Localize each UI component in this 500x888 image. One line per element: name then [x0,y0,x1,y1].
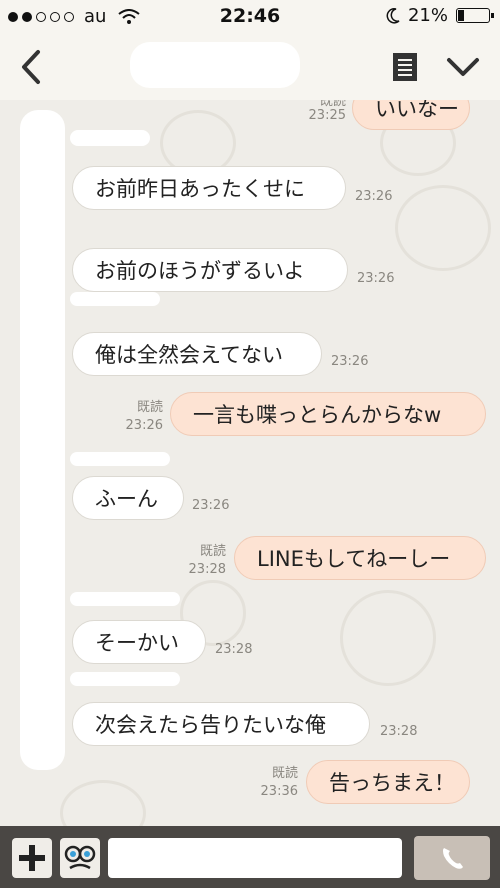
background-doodle [60,780,146,826]
sticker-icon[interactable] [60,838,100,878]
message-time: 23:28 [188,562,226,577]
message-time: 23:26 [357,271,395,286]
message-time: 23:26 [125,418,163,433]
moon-icon [386,7,400,23]
read-receipt: 既読 [271,766,298,781]
message-time: 23:28 [215,642,253,657]
phone-glyph [443,848,463,869]
notes-icon[interactable] [392,52,418,82]
message-bubble-incoming[interactable]: 次会えたら告りたいな俺 [72,702,370,746]
status-right: 21% [386,5,494,26]
read-receipt: 既読 [199,544,226,559]
message-bubble-incoming[interactable]: ふーん [72,476,184,520]
chevron-down-icon[interactable] [446,52,480,82]
message-time: 23:25 [308,108,346,123]
background-doodle [395,185,491,271]
message-bubble-incoming[interactable]: 俺は全然会えてない [72,332,322,376]
sender-name-redacted [70,292,160,306]
message-time: 23:26 [331,354,369,369]
sender-name-redacted [70,130,150,146]
message-bubble-outgoing[interactable]: 一言も喋っとらんからなw [170,392,486,436]
status-bar: au 22:46 21% [0,0,500,34]
chat-header [0,34,500,101]
read-receipt: 既読 [136,400,163,415]
battery-percent: 21% [407,5,448,26]
battery-fill [458,10,464,21]
message-bubble-incoming[interactable]: お前のほうがずるいよ [72,248,348,292]
message-time: 23:26 [192,498,230,513]
sender-name-redacted [70,672,180,686]
chat-area[interactable]: 既読 23:25 いいなー お前昨日あったくせに 23:26 お前のほうがずるい… [0,100,500,826]
battery-icon [456,8,494,23]
message-bubble-outgoing[interactable]: 告っちまえ！ [306,760,470,804]
chevron-left-icon[interactable] [14,48,48,86]
background-doodle [340,590,436,686]
sticker-glyph [64,845,96,870]
sender-name-redacted [70,592,180,606]
message-time: 23:28 [380,724,418,739]
message-time: 23:26 [355,189,393,204]
message-time: 23:36 [260,784,298,799]
message-bubble-outgoing[interactable]: LINEもしてねーしー [234,536,486,580]
message-bubble-incoming[interactable]: お前昨日あったくせに [72,166,346,210]
message-bubble-incoming[interactable]: そーかい [72,620,206,664]
plus-icon[interactable] [12,838,52,878]
message-input-bar [0,826,500,888]
message-bubble-outgoing[interactable]: いいなー [352,100,470,130]
phone-icon[interactable] [414,836,490,880]
message-input[interactable] [108,838,402,878]
chat-title-redacted [130,42,300,88]
plus-glyph [19,845,45,871]
avatar-redacted [20,110,65,770]
sender-name-redacted [70,452,170,466]
